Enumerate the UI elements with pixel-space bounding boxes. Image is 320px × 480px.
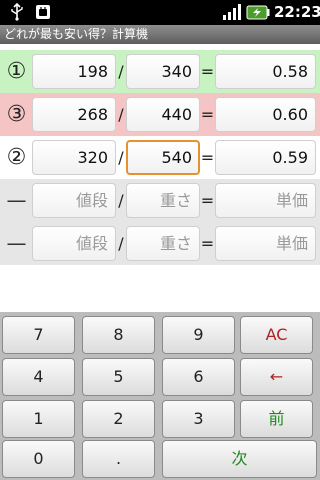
divide-sign: / [118,62,124,81]
weight-field[interactable]: 440 [126,97,200,132]
rank-badge: ③ [6,102,27,127]
unit-price-field[interactable]: 0.60 [215,97,316,132]
weight-field-focused[interactable]: 540 [126,140,200,175]
equals-sign: = [200,234,215,253]
rank-badge: — [6,188,27,212]
item-row-3: ② 320 / 540 = 0.59 [0,136,320,179]
unit-price-field[interactable]: 0.58 [215,54,316,89]
item-row-4: — 値段 / 重さ = 単価 [0,179,320,222]
price-field[interactable]: 320 [32,140,116,175]
decimal-point-key[interactable]: . [82,440,155,478]
key-5[interactable]: 5 [82,358,155,396]
weight-field[interactable]: 重さ [126,183,200,218]
equals-sign: = [200,191,215,210]
divide-sign: / [118,234,124,253]
key-8[interactable]: 8 [82,316,155,354]
item-row-1: ① 198 / 340 = 0.58 [0,50,320,93]
clock: 22:23 [274,3,320,21]
numeric-keypad: 7 8 9 AC 4 5 6 ← 1 2 3 前 0 . 次 [0,312,320,480]
android-notification-icon [36,5,50,19]
unit-price-field[interactable]: 単価 [215,226,316,261]
divide-sign: / [118,191,124,210]
previous-field-button[interactable]: 前 [240,400,313,438]
price-field[interactable]: 値段 [32,226,116,261]
key-2[interactable]: 2 [82,400,155,438]
rank-badge: ② [6,145,27,170]
unit-price-field[interactable]: 0.59 [215,140,316,175]
equals-sign: = [200,62,215,81]
key-6[interactable]: 6 [162,358,235,396]
next-field-button[interactable]: 次 [162,440,317,478]
price-field[interactable]: 値段 [32,183,116,218]
weight-field[interactable]: 340 [126,54,200,89]
key-7[interactable]: 7 [2,316,75,354]
price-field[interactable]: 198 [32,54,116,89]
key-0[interactable]: 0 [2,440,75,478]
key-1[interactable]: 1 [2,400,75,438]
price-field[interactable]: 268 [32,97,116,132]
unit-price-field[interactable]: 単価 [215,183,316,218]
rank-badge: ① [6,59,27,84]
equals-sign: = [200,105,215,124]
app-title-bar: どれが最も安い得？計算機 [0,25,320,44]
divide-sign: / [118,105,124,124]
clear-all-button[interactable]: AC [240,316,313,354]
equals-sign: = [200,148,215,167]
key-9[interactable]: 9 [162,316,235,354]
item-row-2: ③ 268 / 440 = 0.60 [0,93,320,136]
weight-field[interactable]: 重さ [126,226,200,261]
item-row-5: — 値段 / 重さ = 単価 [0,222,320,265]
signal-strength-icon [223,4,241,20]
battery-charging-icon [246,5,270,20]
key-4[interactable]: 4 [2,358,75,396]
status-bar: 22:23 [0,0,320,25]
app-title: どれが最も安い得？計算機 [4,27,149,41]
usb-icon [11,3,23,21]
backspace-button[interactable]: ← [240,358,313,396]
key-3[interactable]: 3 [162,400,235,438]
rank-badge: — [6,231,27,255]
divide-sign: / [118,148,124,167]
